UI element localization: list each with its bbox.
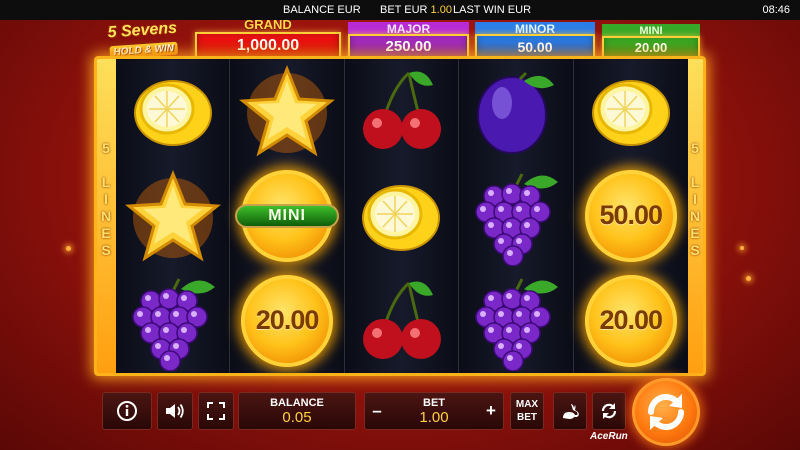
- info-icon: [117, 401, 137, 421]
- last-win-label: LAST WIN EUR: [453, 4, 532, 16]
- reel-cell: [116, 164, 229, 269]
- reel-cell: [345, 268, 458, 373]
- fullscreen-button[interactable]: [198, 392, 234, 430]
- reel-cell: [345, 59, 458, 164]
- coin-symbol: 50.00: [584, 169, 677, 262]
- reel-cell: 20.00: [230, 268, 343, 373]
- max-bet-button[interactable]: MAX BET: [510, 392, 544, 430]
- reel-1: [116, 59, 231, 373]
- reel-cell: [345, 164, 458, 269]
- reel-5: 50.00 20.00: [573, 59, 688, 373]
- coin-symbol: MINI: [235, 169, 340, 262]
- spin-button[interactable]: [632, 378, 700, 446]
- grapes-icon: [475, 277, 558, 371]
- logo-title: 5 Sevens: [107, 19, 178, 42]
- clock: 08:46: [762, 4, 790, 16]
- sparkle: [66, 246, 71, 251]
- reel-cell: [459, 164, 572, 269]
- bet-eur-label: BET EUR 1.00: [380, 0, 452, 20]
- info-button[interactable]: [102, 392, 152, 430]
- cherry-icon: [363, 281, 442, 359]
- game-logo: 5 Sevens HOLD & WIN: [96, 19, 190, 61]
- star-icon: [124, 169, 221, 262]
- coin-symbol: 20.00: [241, 274, 334, 367]
- lines-label-left: 5 LINES: [100, 140, 112, 258]
- bet-panel: – BET 1.00 +: [364, 392, 504, 430]
- balance-eur-label: BALANCE EUR: [283, 4, 361, 16]
- turbo-button[interactable]: [553, 392, 587, 430]
- brand-logo: AceRun: [590, 431, 628, 442]
- reel-cell: [116, 268, 229, 373]
- cherry-icon: [363, 71, 442, 150]
- coin-mini-badge: MINI: [235, 203, 340, 228]
- reel-cell: [116, 59, 229, 164]
- status-bar: BALANCE EUR BET EUR 1.00 LAST WIN EUR 08…: [0, 0, 800, 20]
- bet-eur-text: BET EUR: [380, 4, 428, 16]
- star-icon: [239, 65, 336, 157]
- bet-eur-value: 1.00: [430, 4, 452, 16]
- balance-value: 0.05: [282, 409, 312, 426]
- grapes-icon: [131, 277, 215, 371]
- reel-area[interactable]: MINI 20.00 50.00 20.00: [116, 59, 688, 373]
- max-bet-label: MAX BET: [515, 399, 539, 423]
- coin-symbol: 20.00: [584, 274, 677, 367]
- reel-cell: 20.00: [574, 268, 688, 373]
- reel-cell: [230, 59, 343, 164]
- autoplay-icon: [601, 403, 617, 419]
- fullscreen-icon: [207, 402, 225, 420]
- sound-button[interactable]: [157, 392, 193, 430]
- rabbit-icon: [563, 404, 579, 419]
- coin-value: 20.00: [255, 305, 320, 336]
- plum-icon: [476, 72, 554, 155]
- lemon-icon: [362, 184, 441, 251]
- grapes-icon: [475, 173, 558, 266]
- lemon-icon: [133, 80, 212, 147]
- reel-3: [344, 59, 460, 373]
- balance-label: BALANCE: [270, 397, 324, 409]
- reel-cell: [459, 59, 572, 164]
- coin-value: 20.00: [599, 305, 663, 336]
- reel-cell: [574, 59, 688, 164]
- balance-panel: BALANCE 0.05: [238, 392, 356, 430]
- lemon-icon: [591, 80, 670, 147]
- autoplay-button[interactable]: [592, 392, 626, 430]
- sparkle: [740, 246, 744, 250]
- coin-value: 50.00: [599, 200, 663, 231]
- jackpot-grand-label: GRAND: [244, 17, 292, 32]
- spin-arrows-icon: [648, 394, 684, 430]
- reel-cell: MINI: [230, 164, 343, 269]
- reel-cell: 50.00: [574, 164, 688, 269]
- reel-4: [459, 59, 574, 373]
- bet-increase-button[interactable]: +: [483, 402, 499, 420]
- reel-2: MINI 20.00: [230, 59, 345, 373]
- bet-decrease-button[interactable]: –: [369, 402, 385, 420]
- sparkle: [746, 276, 751, 281]
- lines-label-right: 5 LINES: [689, 140, 701, 258]
- speaker-icon: [166, 403, 184, 419]
- reel-cell: [459, 268, 572, 373]
